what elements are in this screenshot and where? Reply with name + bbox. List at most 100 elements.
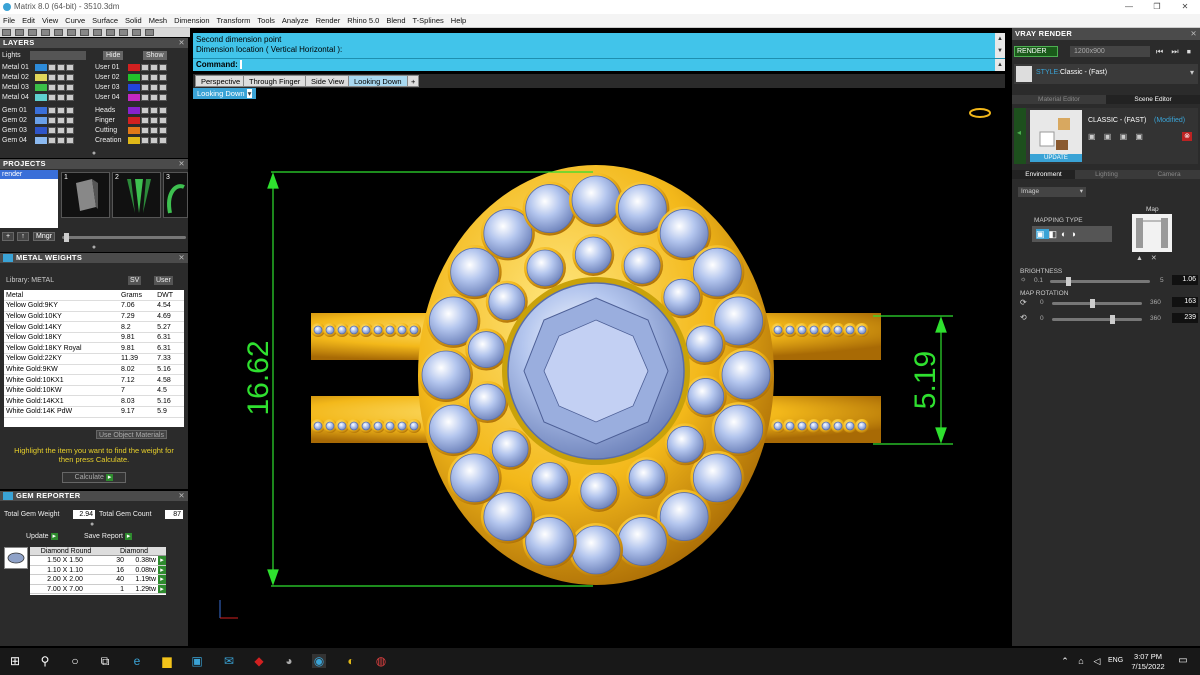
task-view-icon[interactable]: ⧉ xyxy=(98,654,112,668)
tab-lighting[interactable]: Lighting xyxy=(1075,170,1138,179)
rotation-value-2[interactable]: 239 xyxy=(1172,313,1198,323)
play-icon[interactable]: ▸ xyxy=(158,575,166,584)
layer-row-user-01[interactable]: User 01 xyxy=(95,63,185,72)
select-icon[interactable] xyxy=(159,83,167,91)
lock-icon[interactable] xyxy=(48,63,56,71)
metal-col-header[interactable]: Metal xyxy=(4,290,119,302)
layer-color-swatch[interactable] xyxy=(35,136,47,144)
tool-icon[interactable] xyxy=(67,29,76,36)
layer-row-metal-01[interactable]: Metal 01 xyxy=(2,63,92,72)
layer-color-swatch[interactable] xyxy=(128,93,140,101)
style-selector[interactable]: STYLE: Classic - (Fast) ▾ xyxy=(1014,64,1198,84)
select-icon[interactable] xyxy=(159,93,167,101)
cylinder-map-icon[interactable]: ◑ xyxy=(1070,229,1079,239)
preset-actions[interactable]: ▣ ▣ ▣ ▣ xyxy=(1088,132,1146,141)
tool-icon[interactable] xyxy=(2,29,11,36)
close-icon[interactable]: ✕ xyxy=(1190,28,1197,40)
search-icon[interactable]: ⚲ xyxy=(38,654,52,668)
table-row[interactable]: Yellow Gold:18KY 9.81 6.31 xyxy=(4,332,184,344)
visibility-icon[interactable] xyxy=(57,116,65,124)
table-row[interactable]: 2.00 X 2.00 40 1.19tw ▸ xyxy=(30,575,166,585)
visibility-icon[interactable] xyxy=(150,126,158,134)
tab-perspective[interactable]: Perspective xyxy=(195,75,247,87)
visibility-icon[interactable] xyxy=(150,83,158,91)
chrome-icon[interactable]: ◍ xyxy=(374,654,388,668)
project-thumb-1[interactable]: 1 xyxy=(61,172,110,218)
layer-color-swatch[interactable] xyxy=(128,83,140,91)
start-icon[interactable]: ⊞ xyxy=(8,654,22,668)
tool-icon[interactable] xyxy=(15,29,24,36)
visibility-icon[interactable] xyxy=(150,116,158,124)
menu-item-file[interactable]: File xyxy=(3,16,15,25)
map-thumb-actions[interactable]: ▲✕ xyxy=(1136,254,1165,262)
select-icon[interactable] xyxy=(66,93,74,101)
select-icon[interactable] xyxy=(159,73,167,81)
layer-row-metal-03[interactable]: Metal 03 xyxy=(2,83,92,92)
network-icon[interactable]: ⌂ xyxy=(1074,654,1088,668)
grams-col-header[interactable]: Grams xyxy=(118,290,156,302)
tool-icon[interactable] xyxy=(41,29,50,36)
minimize-button[interactable]: — xyxy=(1115,0,1143,14)
project-list[interactable]: render xyxy=(0,170,58,228)
select-icon[interactable] xyxy=(66,136,74,144)
visibility-icon[interactable] xyxy=(57,73,65,81)
visibility-icon[interactable] xyxy=(57,136,65,144)
select-icon[interactable] xyxy=(66,106,74,114)
select-icon[interactable] xyxy=(159,116,167,124)
tool-icon[interactable] xyxy=(28,29,37,36)
lock-icon[interactable] xyxy=(48,106,56,114)
layer-color-swatch[interactable] xyxy=(35,83,47,91)
menu-item-help[interactable]: Help xyxy=(451,16,466,25)
table-row[interactable]: Yellow Gold:22KY 11.39 7.33 xyxy=(4,353,184,365)
file-explorer-icon[interactable]: ▆ xyxy=(160,654,174,668)
menu-item-transform[interactable]: Transform xyxy=(217,16,251,25)
tool-icon[interactable] xyxy=(80,29,89,36)
table-row[interactable]: White Gold:10KX1 7.12 4.58 xyxy=(4,374,184,386)
app-gold-icon[interactable]: ◐ xyxy=(344,654,358,668)
menu-item-curve[interactable]: Curve xyxy=(65,16,85,25)
gem-table[interactable]: Diamond Round Diamond 1.50 X 1.50 30 0.38t… xyxy=(30,547,166,595)
visibility-icon[interactable] xyxy=(57,126,65,134)
close-icon[interactable]: ✕ xyxy=(178,159,185,169)
select-icon[interactable] xyxy=(66,73,74,81)
manager-button[interactable]: Mngr xyxy=(33,232,55,241)
lock-icon[interactable] xyxy=(141,106,149,114)
select-icon[interactable] xyxy=(66,83,74,91)
layer-row-gem-01[interactable]: Gem 01 xyxy=(2,106,92,115)
lock-icon[interactable] xyxy=(141,83,149,91)
menu-item-tools[interactable]: Tools xyxy=(257,16,275,25)
menu-item-surface[interactable]: Surface xyxy=(92,16,118,25)
menu-item-analyze[interactable]: Analyze xyxy=(282,16,309,25)
lock-icon[interactable] xyxy=(48,73,56,81)
map-thumbnail[interactable] xyxy=(1132,214,1172,252)
command-scrollbar[interactable]: ▲ ▼ xyxy=(995,33,1005,58)
select-icon[interactable] xyxy=(159,136,167,144)
select-icon[interactable] xyxy=(66,63,74,71)
visibility-icon[interactable] xyxy=(57,83,65,91)
tab-looking-down[interactable]: Looking Down xyxy=(348,75,408,87)
tab-scene-editor[interactable]: Scene Editor xyxy=(1106,95,1200,104)
layer-color-swatch[interactable] xyxy=(128,73,140,81)
close-icon[interactable]: ✕ xyxy=(178,253,185,263)
tool-icon[interactable] xyxy=(132,29,141,36)
collapse-handle[interactable]: ● xyxy=(0,244,188,252)
menu-item-render[interactable]: Render xyxy=(316,16,341,25)
clock-date[interactable]: 7/15/2022 xyxy=(1128,662,1168,671)
rotation-slider-2[interactable] xyxy=(1052,315,1142,324)
app-red-icon[interactable]: ◆ xyxy=(252,654,266,668)
lock-icon[interactable] xyxy=(141,93,149,101)
layer-row-gem-04[interactable]: Gem 04 xyxy=(2,136,92,145)
matrix-icon[interactable]: ◉ xyxy=(312,654,326,668)
tool-icon[interactable] xyxy=(106,29,115,36)
add-project-button[interactable]: + xyxy=(2,232,14,241)
sv-toggle[interactable]: SV xyxy=(128,276,142,285)
select-icon[interactable] xyxy=(66,116,74,124)
layer-color-swatch[interactable] xyxy=(35,93,47,101)
select-icon[interactable] xyxy=(159,106,167,114)
menu-item-solid[interactable]: Solid xyxy=(125,16,142,25)
layer-color-swatch[interactable] xyxy=(35,116,47,124)
tab-camera[interactable]: Camera xyxy=(1138,170,1200,179)
table-row[interactable]: White Gold:10KW 7 4.5 xyxy=(4,385,184,397)
tab-side-view[interactable]: Side View xyxy=(305,75,351,87)
visibility-icon[interactable] xyxy=(57,93,65,101)
